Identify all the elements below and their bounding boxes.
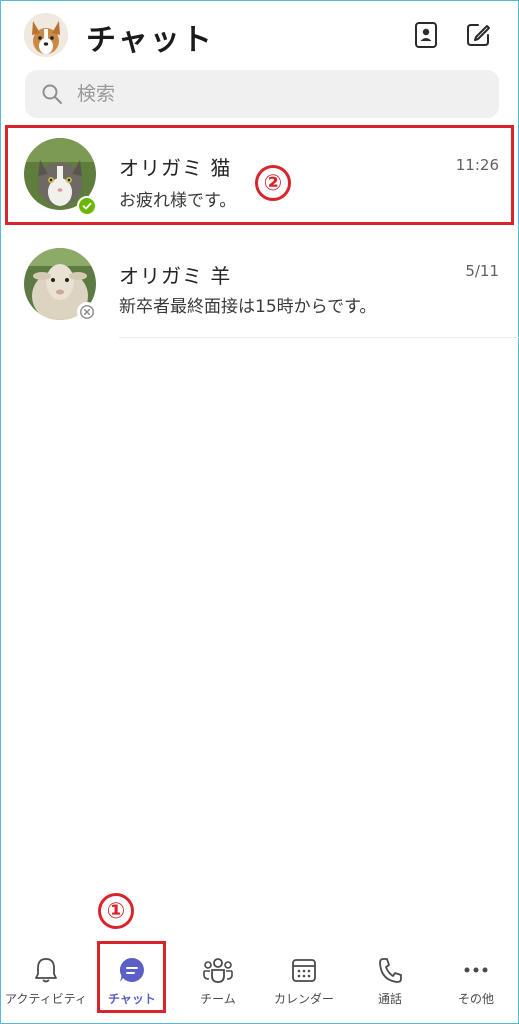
chat-list-item[interactable]: オリガミ 羊 新卒者最終面接は15時からです。 5/11 — [0, 240, 519, 336]
nav-label: チーム — [200, 992, 236, 1006]
more-icon — [464, 967, 488, 973]
nav-label: 通話 — [377, 992, 402, 1006]
calendar-icon — [292, 959, 316, 982]
bottom-nav: アクティビティ チャット チーム カレンダー 通話 その他 — [0, 942, 519, 1024]
contacts-button[interactable] — [411, 20, 441, 50]
search-bar[interactable] — [25, 70, 499, 118]
marker-1: ① — [98, 893, 134, 929]
new-chat-button[interactable] — [463, 20, 493, 50]
marker-2: ② — [255, 165, 291, 201]
contacts-book-icon — [415, 22, 437, 48]
presence-offline-icon — [77, 302, 97, 322]
chat-name: オリガミ 羊 — [119, 264, 232, 288]
nav-label: アクティビティ — [5, 992, 87, 1006]
search-input[interactable] — [77, 83, 457, 105]
nav-label: その他 — [457, 992, 494, 1006]
chat-timestamp: 5/11 — [465, 262, 499, 280]
nav-teams[interactable]: チーム — [175, 942, 261, 1012]
compose-new-chat-icon — [467, 24, 490, 46]
app-header: チャット — [0, 0, 519, 66]
user-avatar[interactable] — [24, 13, 68, 57]
phone-icon — [379, 958, 402, 983]
list-divider — [119, 337, 519, 338]
bell-icon — [35, 958, 57, 983]
search-icon — [42, 84, 62, 104]
chat-preview: 新卒者最終面接は15時からです。 — [119, 297, 377, 317]
page-title: チャット — [86, 23, 214, 58]
nav-calls[interactable]: 通話 — [347, 942, 433, 1012]
chat-tab-highlight-box — [97, 941, 166, 1013]
teams-icon — [203, 958, 233, 983]
nav-activity[interactable]: アクティビティ — [3, 942, 89, 1012]
nav-label: カレンダー — [273, 992, 334, 1006]
nav-more[interactable]: その他 — [433, 942, 519, 1012]
nav-calendar[interactable]: カレンダー — [261, 942, 347, 1012]
